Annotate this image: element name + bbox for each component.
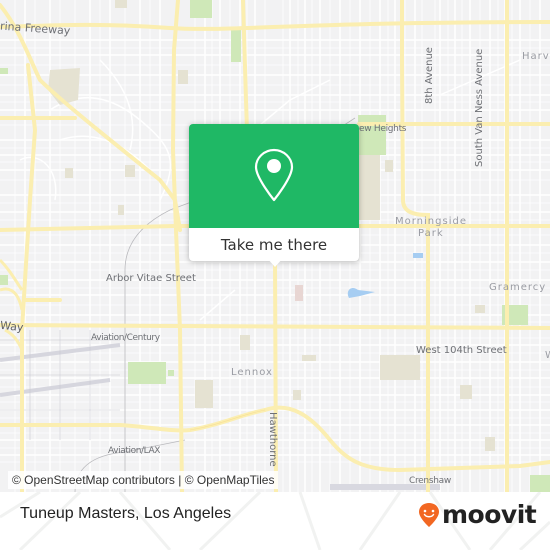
neighborhood-label-harvard: Harva: [522, 51, 550, 62]
street-label-west-104th: West 104th Street: [416, 345, 507, 356]
street-label-way: Way: [0, 318, 25, 335]
station-label-aviation-lax: Aviation/LAX: [108, 446, 160, 456]
moovit-logo[interactable]: moovit: [418, 500, 537, 529]
neighborhood-label-park: Park: [418, 228, 444, 239]
moovit-smile-pin-icon: [419, 503, 439, 527]
neighborhood-label-gramercy: Gramercy P: [489, 282, 550, 293]
street-label-south-van-ness-avenue: South Van Ness Avenue: [474, 48, 485, 167]
location-popup[interactable]: Take me there: [189, 124, 359, 267]
station-label-crenshaw: Crenshaw: [409, 476, 451, 486]
map-view[interactable]: rina Freeway 8th Avenue South Van Ness A…: [0, 0, 550, 492]
street-label-w-cut: W: [545, 350, 550, 361]
footer-bar: Tuneup Masters, Los Angeles moovit: [0, 492, 550, 550]
place-title: Tuneup Masters, Los Angeles: [20, 505, 232, 522]
station-label-aviation-century: Aviation/Century: [91, 333, 160, 343]
map-pin-icon: [254, 148, 294, 202]
map-attribution: © OpenStreetMap contributors | © OpenMap…: [8, 471, 279, 489]
neighborhood-label-lennox: Lennox: [231, 367, 273, 378]
street-label-arbor-vitae: Arbor Vitae Street: [106, 273, 196, 284]
take-me-there-button[interactable]: Take me there: [189, 228, 359, 261]
neighborhood-label-morningside: Morningside: [395, 216, 467, 227]
popup-header[interactable]: [189, 124, 359, 228]
neighborhood-label-view-heights: ew Heights: [359, 124, 407, 134]
brand-name: moovit: [442, 500, 537, 529]
openstreetmap-link[interactable]: © OpenStreetMap contributors: [12, 473, 175, 487]
popup-pointer: [267, 258, 283, 267]
street-label-8th-avenue: 8th Avenue: [424, 47, 435, 104]
openmaptiles-link[interactable]: © OpenMapTiles: [185, 473, 275, 487]
attribution-separator: |: [174, 473, 185, 487]
street-label-hawthorne: Hawthorne: [267, 412, 278, 467]
